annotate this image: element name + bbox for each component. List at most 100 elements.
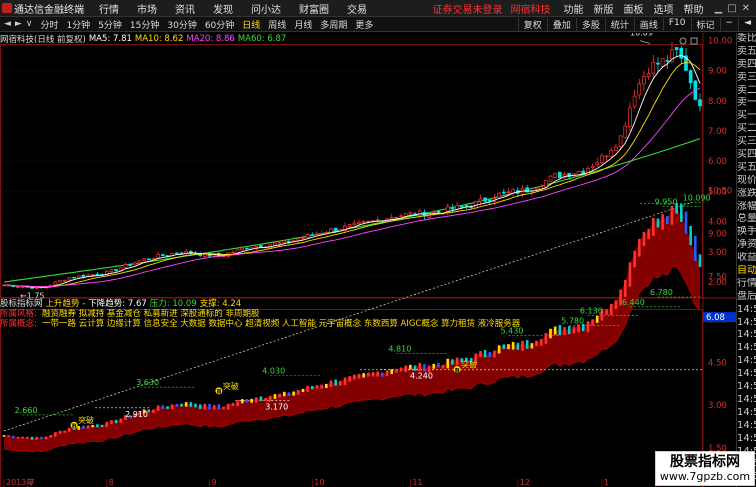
sidebar-item: 14:5 — [737, 355, 756, 367]
multi-stock-button[interactable]: 多股 — [575, 17, 605, 31]
adjust-button[interactable]: 复权 — [517, 17, 547, 31]
menu-quotes[interactable]: 行情 — [90, 1, 128, 16]
period-toolbar: ◄ ► ∨ 分时 1分钟 5分钟 15分钟 30分钟 60分钟 日线 周线 月线… — [0, 17, 756, 32]
style-label: 所属风格: — [0, 309, 37, 319]
f10-button[interactable]: F10 — [662, 17, 691, 31]
login-status[interactable]: 证券交易未登录 — [432, 1, 502, 16]
breakout-label: 突破 — [461, 359, 477, 369]
indicator-bar — [189, 402, 193, 407]
indicator-bar — [44, 436, 48, 440]
back-button[interactable]: ◄ — [738, 17, 756, 31]
indicator-name[interactable]: 股标指标网 — [0, 297, 43, 309]
peak-label: 9.950 — [655, 197, 678, 206]
indicator-bar — [2, 435, 6, 437]
indicator-bar — [161, 405, 165, 409]
candle-body — [90, 274, 95, 276]
menu-news[interactable]: 资讯 — [166, 1, 204, 16]
current-stock-name: 网宿科技 — [510, 4, 551, 16]
period-more[interactable]: 更多 — [351, 18, 377, 31]
period-timeshare[interactable]: 分时 — [36, 18, 62, 31]
indicator-bar — [315, 385, 319, 389]
draw-line-button[interactable]: 画线 — [633, 17, 663, 31]
indicator-bar — [166, 406, 169, 409]
next-arrow-icon[interactable]: ► — [15, 19, 22, 29]
period-weekly[interactable]: 周线 — [264, 18, 290, 31]
menu-market[interactable]: 市场 — [128, 1, 166, 16]
period-daily[interactable]: 日线 — [238, 18, 264, 31]
candle-body — [352, 222, 357, 226]
prev-arrow-icon[interactable]: ◄ — [4, 19, 11, 29]
mark-button[interactable]: 标记 — [690, 17, 720, 31]
lower-axis-tick: 7.50 — [708, 273, 727, 283]
sidebar-item: 净资 — [737, 239, 756, 251]
period-30min[interactable]: 30分钟 — [163, 18, 200, 31]
period-monthly[interactable]: 月线 — [290, 18, 316, 31]
indicator-bar — [231, 403, 235, 406]
maximize-icon[interactable]: □ — [727, 3, 736, 14]
period-5min[interactable]: 5分钟 — [94, 18, 126, 31]
candle-body — [240, 247, 245, 251]
indicator-bar — [651, 217, 655, 236]
uptrend-label: 上升趋势 - — [45, 299, 86, 309]
style-row: 所属风格: 融资融券 拟减持 基金减仓 私募新进 深股通标的 非周期股 — [0, 309, 703, 319]
menu-wealth[interactable]: 财富圈 — [290, 1, 338, 16]
period-multi[interactable]: 多周期 — [316, 18, 351, 31]
close-icon[interactable]: ✕ — [742, 3, 750, 14]
indicator-bar — [423, 364, 426, 372]
candle-body — [604, 155, 609, 158]
indicator-bar — [628, 262, 632, 287]
indicator-bar — [367, 372, 370, 377]
candle-body — [366, 220, 371, 223]
trough-label: 3.170 — [265, 402, 288, 411]
indicator-bar — [385, 370, 389, 377]
indicator-bar — [502, 344, 506, 349]
candle-body — [665, 60, 670, 62]
menu-trade[interactable]: 交易 — [338, 1, 376, 16]
candle-body — [315, 233, 319, 235]
indicator-bar — [399, 367, 403, 372]
sidebar-item: 买二 — [737, 123, 756, 135]
sidebar-item: 卖二 — [737, 84, 756, 96]
indicator-bar — [362, 373, 365, 378]
quote-sidebar[interactable]: 委比 卖五 卖四 卖三 卖二 卖一 买一 买二 买三 买四 买五 现价 涨跌 涨幅 总量 换手 净资 收益 自动 行情… — [736, 33, 756, 487]
menu-new-version[interactable]: 新版 — [588, 1, 618, 16]
peak-label: 2.660 — [15, 406, 38, 415]
period-15min[interactable]: 15分钟 — [126, 18, 163, 31]
period-60min[interactable]: 60分钟 — [201, 18, 238, 31]
sidebar-item: 买三 — [737, 136, 756, 148]
indicator-bar — [381, 372, 384, 377]
collapse-button[interactable]: − — [719, 17, 739, 31]
downtrend-label: 下降趋势: 7.67 — [88, 299, 147, 309]
indicator-bar — [479, 351, 482, 358]
candle-body — [614, 146, 618, 151]
menu-discover[interactable]: 发现 — [204, 1, 242, 16]
dropdown-chevron-icon[interactable]: ∨ — [26, 19, 33, 29]
indicator-bar — [296, 389, 300, 395]
indicator-bar — [222, 406, 225, 410]
candle-body — [674, 47, 679, 50]
candle-body — [16, 286, 20, 288]
indicator-bar — [208, 403, 211, 410]
kline-chart[interactable]: 10.009.008.007.006.005.004.003.002.00 10… — [0, 33, 736, 487]
minimize-icon[interactable]: ▁ — [714, 3, 722, 14]
indicator-bar — [680, 203, 683, 222]
stock-period-label: 网宿科技(日线 前复权) — [0, 34, 86, 45]
statistics-button[interactable]: 统计 — [604, 17, 634, 31]
overlay-button[interactable]: 叠加 — [546, 17, 576, 31]
candle-body — [305, 234, 310, 238]
indicator-bar — [82, 425, 85, 429]
period-1min[interactable]: 1分钟 — [62, 18, 94, 31]
candle-body — [137, 260, 142, 264]
candle-body — [632, 95, 637, 107]
menu-function[interactable]: 功能 — [558, 1, 588, 16]
candle-body — [506, 191, 511, 193]
candle-body — [62, 280, 67, 282]
peak-label: 3.630 — [136, 378, 159, 387]
candle-body — [67, 277, 72, 281]
candle-body — [637, 83, 642, 96]
menu-ask[interactable]: 问小达 — [242, 1, 290, 16]
indicator-bar — [170, 404, 174, 410]
menu-help[interactable]: 帮助 — [678, 1, 708, 16]
menu-panel[interactable]: 面板 — [618, 1, 648, 16]
menu-options[interactable]: 选项 — [648, 1, 678, 16]
